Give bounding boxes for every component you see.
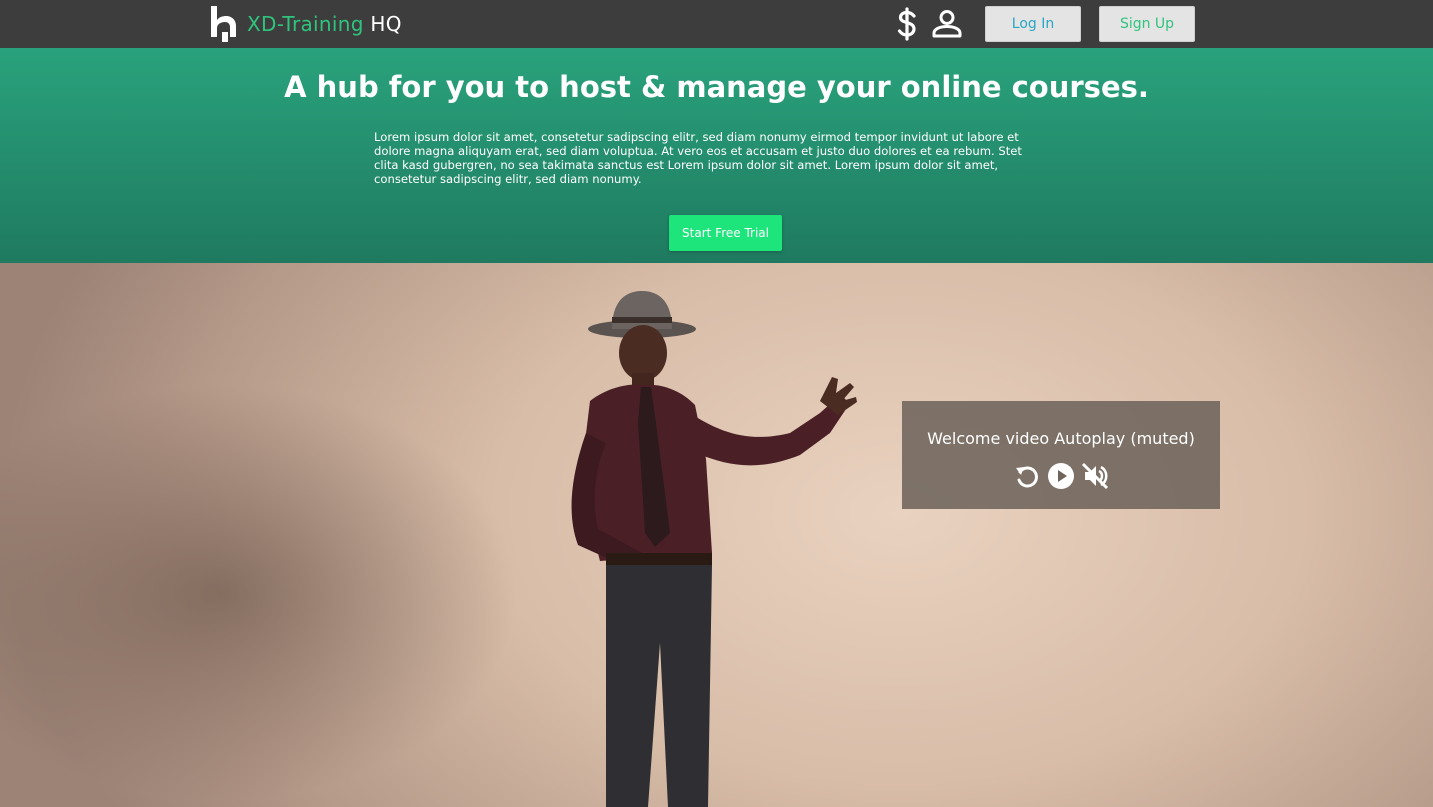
brand-secondary: HQ [370,12,402,36]
hero-description: Lorem ipsum dolor sit amet, consetetur s… [374,130,1022,186]
start-free-trial-button[interactable]: Start Free Trial [669,215,782,251]
hero-title: A hub for you to host & manage your onli… [284,70,1149,104]
replay-icon[interactable] [1012,461,1042,491]
dollar-icon[interactable] [893,7,921,41]
mute-icon[interactable] [1080,461,1110,491]
video-caption: Welcome video Autoplay (muted) [927,429,1195,448]
brand-primary: XD-Training [247,12,364,36]
top-nav: XD-Training HQ Log In Sign Up [0,0,1433,48]
play-icon[interactable] [1046,461,1076,491]
presenter-photo [571,291,857,807]
hero-section: A hub for you to host & manage your onli… [0,48,1433,263]
signup-button[interactable]: Sign Up [1099,6,1195,42]
background-shadow [0,383,520,803]
login-button[interactable]: Log In [985,6,1081,42]
brand-name[interactable]: XD-Training HQ [247,12,402,36]
xd-logo-icon[interactable] [206,4,240,44]
welcome-video[interactable]: Welcome video Autoplay (muted) [0,263,1433,807]
user-icon[interactable] [930,9,964,39]
video-overlay: Welcome video Autoplay (muted) [902,401,1220,509]
